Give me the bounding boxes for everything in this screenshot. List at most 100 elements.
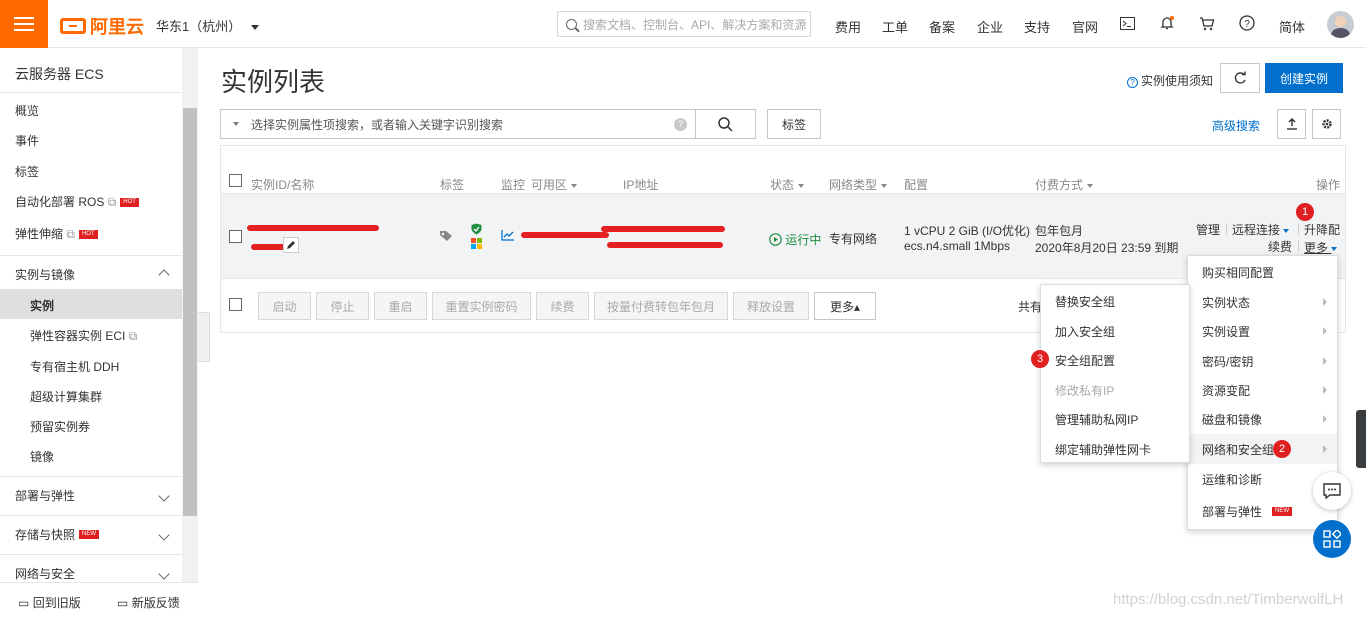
chevron-right-icon (1323, 415, 1327, 423)
edit-name-button[interactable] (283, 237, 299, 253)
instance-search-input[interactable]: 选择实例属性项搜索，或者输入关键字识别搜索 ? (220, 109, 696, 139)
cart-icon[interactable] (1199, 15, 1215, 31)
refresh-icon (1234, 71, 1246, 84)
sidebar-item-eci[interactable]: 弹性容器实例 ECI ⧉ (30, 327, 137, 344)
scrollbar-thumb[interactable] (183, 108, 197, 516)
chevron-up-icon (158, 268, 170, 281)
menu-item-join-sg[interactable]: 加入安全组 (1041, 316, 1189, 346)
side-widget-tab[interactable] (1356, 410, 1366, 468)
start-button[interactable]: 启动 (258, 292, 311, 320)
gear-icon (1321, 119, 1332, 129)
section-label: 存储与快照 (15, 528, 76, 542)
chat-button[interactable] (1313, 472, 1351, 510)
manage-link[interactable]: 管理 (1196, 221, 1220, 238)
sidebar-collapse-handle[interactable] (198, 312, 210, 362)
renew-button[interactable]: 续费 (536, 292, 589, 320)
terminal-icon[interactable] (1119, 15, 1135, 31)
sidebar-section-instances[interactable]: 实例与镜像 (0, 255, 182, 293)
instance-type-link[interactable]: ecs.n4.small (904, 239, 971, 253)
sidebar-item-reserved[interactable]: 预留实例券 (30, 418, 90, 435)
menu-item-secondary-ip[interactable]: 管理辅助私网IP (1041, 404, 1189, 434)
advanced-search-link[interactable]: 高级搜索 (1212, 117, 1260, 134)
ros-label: 自动化部署 ROS (15, 195, 105, 209)
settings-button[interactable] (1312, 109, 1341, 139)
help-icon[interactable]: ? (1239, 15, 1255, 31)
chevron-down-icon (158, 567, 170, 580)
user-avatar[interactable] (1327, 11, 1354, 38)
sidebar-item-ros[interactable]: 自动化部署 ROS ⧉ HOT (15, 193, 139, 210)
col-actions: 操作 (1316, 178, 1341, 192)
menu-item-resource-change[interactable]: 资源变配 (1188, 375, 1337, 405)
back-to-old-button[interactable]: ▭ 回到旧版 (18, 594, 81, 611)
redacted-zone (521, 232, 609, 238)
tag-filter-button[interactable]: 标签 (767, 109, 821, 139)
search-button[interactable] (695, 109, 756, 139)
sidebar-item-tags[interactable]: 标签 (15, 163, 39, 180)
nav-billing[interactable]: 费用 (835, 17, 861, 36)
tag-icon[interactable] (439, 230, 453, 245)
menu-icon[interactable] (0, 0, 48, 48)
more-actions-link[interactable]: 更多 (1304, 239, 1338, 256)
autoscaling-label: 弹性伸缩 (15, 227, 64, 241)
sidebar-item-events[interactable]: 事件 (15, 132, 39, 149)
sidebar-item-autoscaling[interactable]: 弹性伸缩 ⧉ HOT (15, 225, 98, 242)
resize-link[interactable]: 升降配 (1304, 221, 1340, 238)
remote-connect-link[interactable]: 远程连接 (1232, 221, 1290, 238)
menu-item-disk-image[interactable]: 磁盘和镜像 (1188, 404, 1337, 434)
menu-item-buy-same[interactable]: 购买相同配置 (1188, 257, 1337, 287)
refresh-button[interactable] (1220, 63, 1260, 93)
col-billing[interactable]: 付费方式 (1035, 176, 1094, 193)
help-icon[interactable]: ? (674, 118, 687, 131)
global-search-input[interactable]: 搜索文档、控制台、API、解决方案和资源 (557, 11, 811, 37)
aliyun-logo[interactable]: 阿里云 (60, 13, 144, 39)
sidebar-section-storage[interactable]: 存储与快照 NEW (0, 515, 182, 553)
sidebar-scrollbar[interactable] (182, 48, 198, 608)
renew-link[interactable]: 续费 (1268, 238, 1292, 255)
network-label: 网络类型 (829, 178, 878, 192)
notice-label: 实例使用须知 (1141, 74, 1214, 88)
region-selector[interactable]: 华东1（杭州） (156, 16, 260, 35)
menu-item-instance-status[interactable]: 实例状态 (1188, 287, 1337, 317)
row-checkbox[interactable] (229, 230, 242, 243)
export-button[interactable] (1277, 109, 1306, 139)
stop-button[interactable]: 停止 (316, 292, 369, 320)
col-network[interactable]: 网络类型 (829, 176, 888, 193)
nav-support[interactable]: 支持 (1024, 17, 1050, 36)
chevron-right-icon (1323, 386, 1327, 394)
sidebar-section-deployment[interactable]: 部署与弹性 (0, 476, 182, 514)
nav-official[interactable]: 官网 (1072, 17, 1098, 36)
feedback-button[interactable]: ▭ 新版反馈 (117, 594, 180, 611)
menu-item-replace-sg[interactable]: 替换安全组 (1041, 286, 1189, 316)
menu-item-password-key[interactable]: 密码/密钥 (1188, 346, 1337, 376)
menu-item-network-security[interactable]: 网络和安全组 (1188, 434, 1337, 464)
sidebar-item-images[interactable]: 镜像 (30, 448, 54, 465)
hot-badge: HOT (78, 230, 98, 240)
new-badge: NEW (1272, 506, 1293, 516)
reset-password-button[interactable]: 重置实例密码 (432, 292, 531, 320)
menu-item-bind-eni[interactable]: 绑定辅助弹性网卡 (1041, 434, 1189, 464)
monitor-chart-icon[interactable] (501, 229, 515, 244)
language-switch[interactable]: 简体 (1279, 17, 1305, 36)
col-zone[interactable]: 可用区 (531, 176, 578, 193)
menu-item-sg-config[interactable]: 安全组配置 (1041, 345, 1189, 375)
sidebar-item-ddh[interactable]: 专有宿主机 DDH (30, 358, 119, 375)
apps-button[interactable] (1313, 520, 1351, 558)
sidebar-item-scc[interactable]: 超级计算集群 (30, 388, 102, 405)
menu-item-instance-settings[interactable]: 实例设置 (1188, 316, 1337, 346)
bell-icon[interactable] (1159, 15, 1175, 31)
top-bar: 阿里云 华东1（杭州） 搜索文档、控制台、API、解决方案和资源 费用 工单 备… (0, 0, 1366, 48)
convert-billing-button[interactable]: 按量付费转包年包月 (594, 292, 728, 320)
col-status[interactable]: 状态 (770, 176, 805, 193)
nav-ticket[interactable]: 工单 (882, 17, 908, 36)
release-settings-button[interactable]: 释放设置 (733, 292, 809, 320)
create-instance-button[interactable]: 创建实例 (1265, 63, 1343, 93)
footer-more-button[interactable]: 更多▴ (814, 292, 876, 320)
instance-notice-link[interactable]: ? 实例使用须知 (1127, 72, 1213, 89)
restart-button[interactable]: 重启 (374, 292, 427, 320)
nav-enterprise[interactable]: 企业 (977, 17, 1003, 36)
select-all-checkbox[interactable] (229, 174, 242, 187)
sidebar-item-overview[interactable]: 概览 (15, 102, 39, 119)
footer-select-all-checkbox[interactable] (229, 298, 242, 311)
sidebar-item-instances[interactable]: 实例 (30, 297, 54, 314)
nav-icp[interactable]: 备案 (929, 17, 955, 36)
